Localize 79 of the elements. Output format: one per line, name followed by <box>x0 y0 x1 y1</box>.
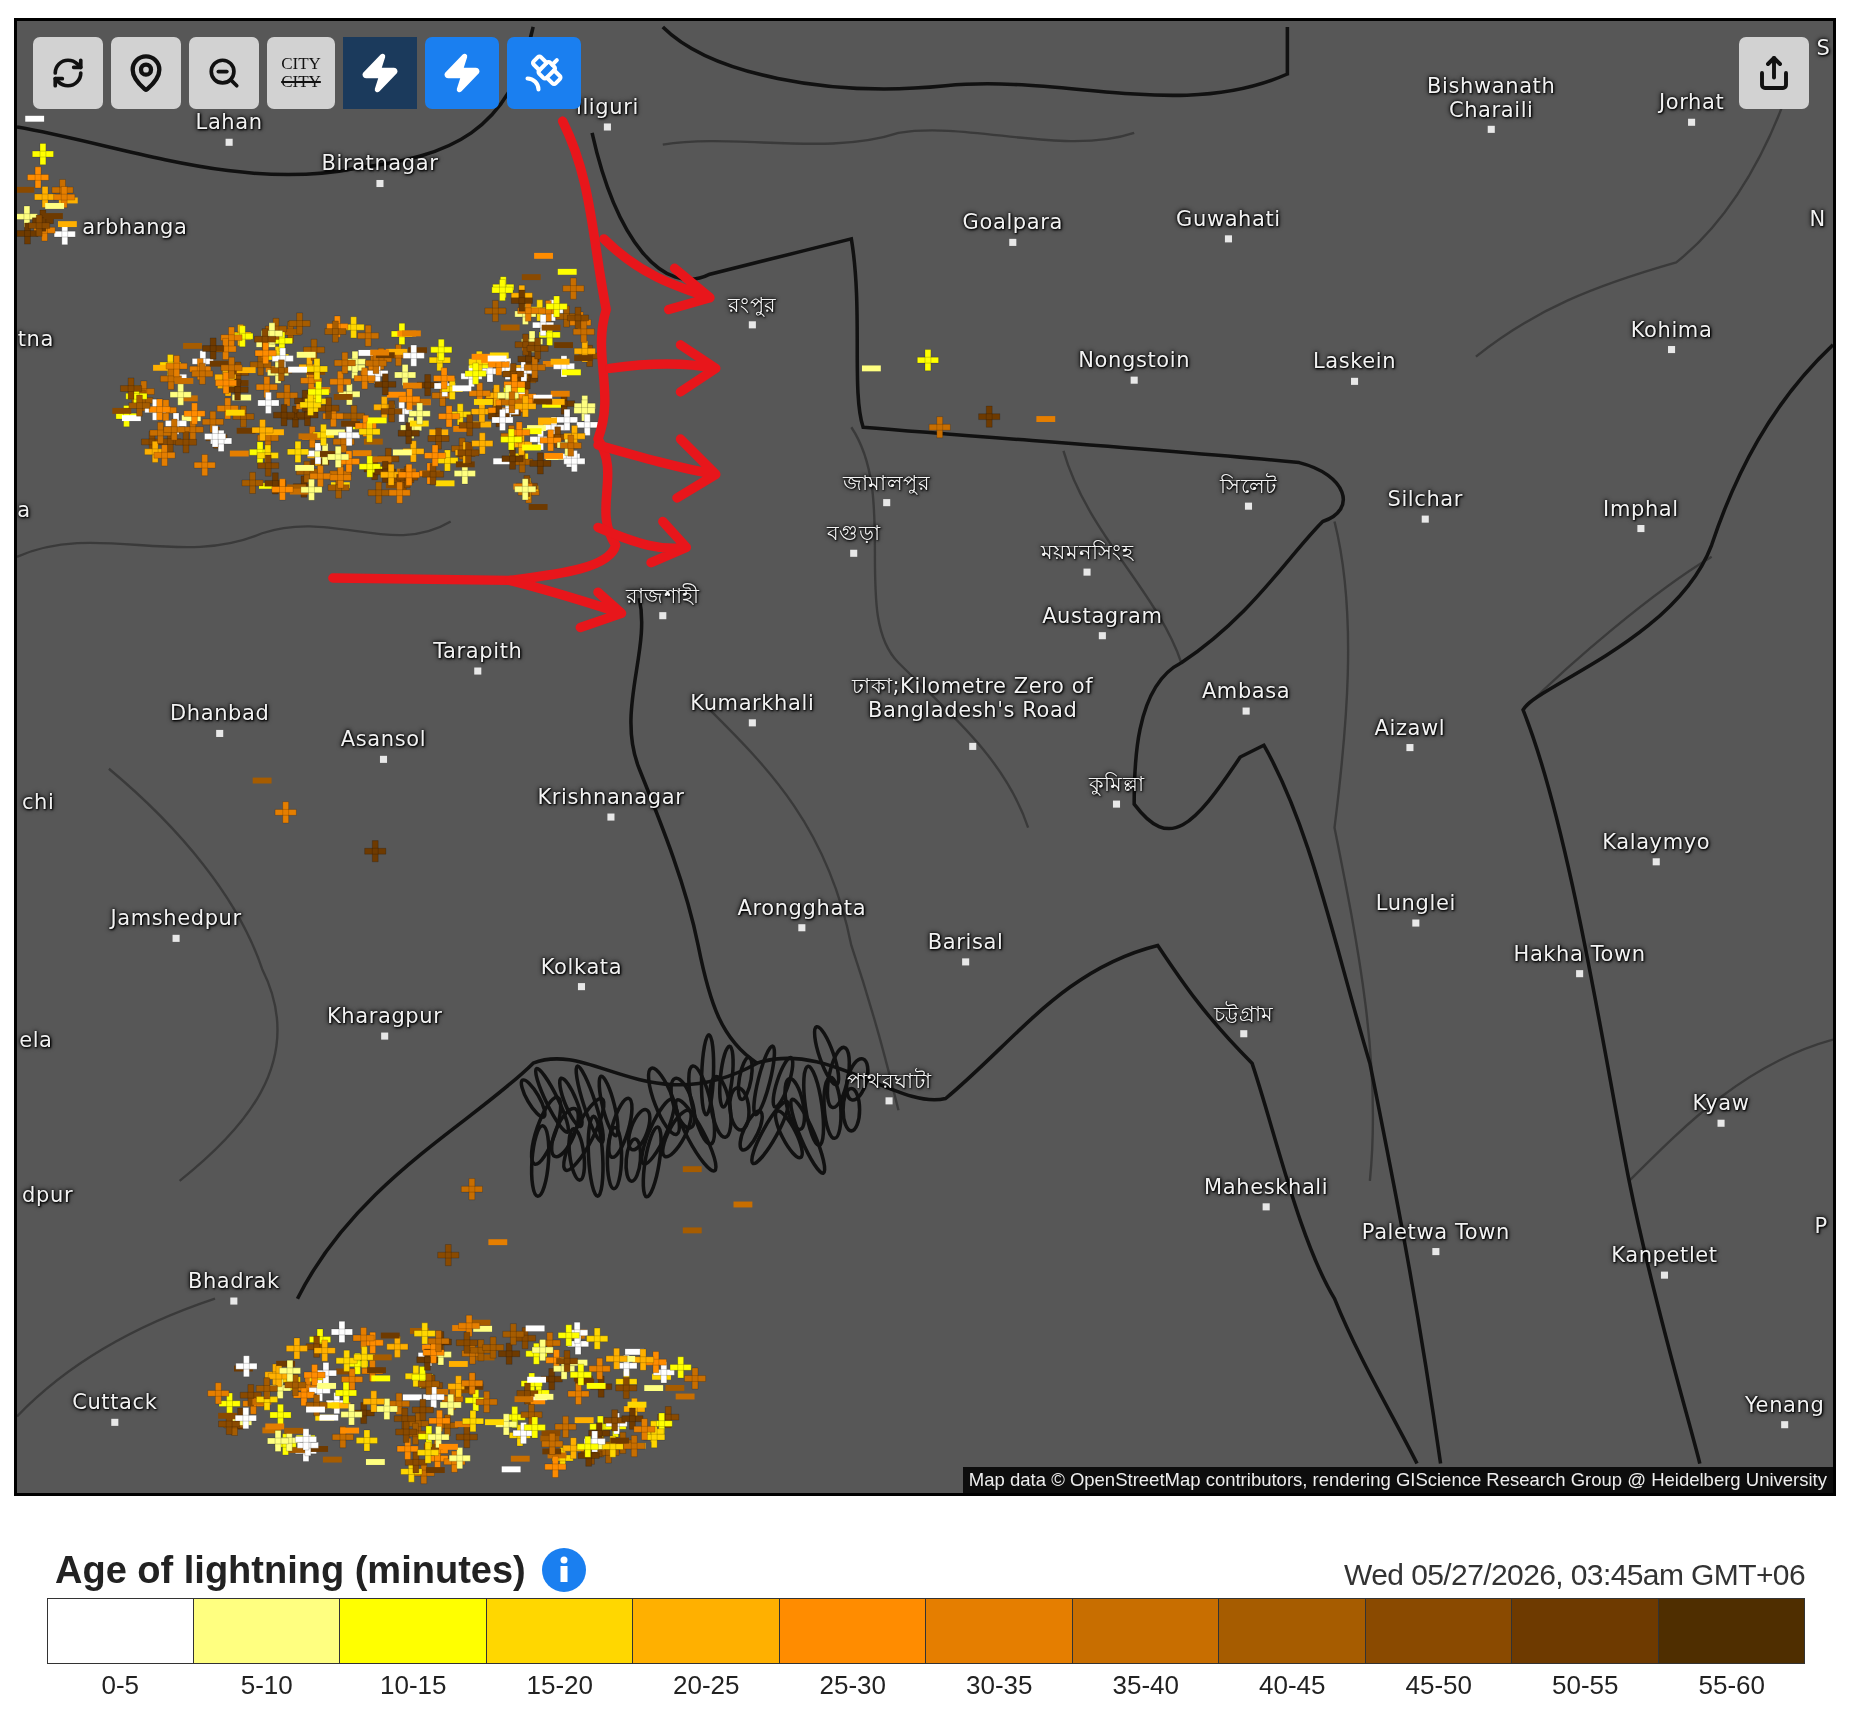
place-label: কুমিল্লা <box>1088 772 1145 797</box>
place-label: Lahan <box>195 110 263 135</box>
share-button[interactable] <box>1739 37 1809 109</box>
strikes-layer-button[interactable] <box>343 37 417 109</box>
place-label: Bhadrak <box>187 1268 280 1294</box>
place-label: P <box>1814 1213 1828 1238</box>
scale-label: 5-10 <box>239 1670 294 1701</box>
place-label: Asansol <box>340 727 427 752</box>
zoom-out-button[interactable] <box>189 37 259 109</box>
place-label: রংপুর <box>727 292 777 317</box>
place-label: Maheskhali <box>1204 1174 1329 1199</box>
place-label: সিলেট <box>1220 474 1277 499</box>
scale-label: 40-45 <box>1258 1670 1327 1701</box>
place-label: Ambasa <box>1201 679 1291 704</box>
info-icon[interactable] <box>541 1548 586 1592</box>
place-label: N <box>1809 206 1826 231</box>
place-label: রাজশাহী <box>625 583 700 608</box>
city-labels-button[interactable]: CITY CITY <box>267 37 335 109</box>
scale-label: 0-5 <box>100 1670 141 1701</box>
timestamp: Wed 05/27/2026, 03:45am GMT+06 <box>1344 1558 1805 1592</box>
place-label: Kyaw <box>1692 1091 1750 1116</box>
place-label: Yenang <box>1745 1392 1825 1417</box>
place-label: S <box>1816 36 1831 61</box>
place-label: Dhanbad <box>170 701 270 726</box>
place-label: tna <box>17 326 54 351</box>
place-label: ময়মনসিংহ <box>1040 540 1134 565</box>
place-label: chi <box>21 789 55 814</box>
zoom-out-icon <box>207 56 241 90</box>
refresh-button[interactable] <box>33 37 103 109</box>
place-label: পাথরঘাটা <box>846 1068 932 1093</box>
place-label: Kanpetlet <box>1611 1243 1718 1268</box>
place-label: Kohima <box>1630 317 1713 342</box>
place-label: Kumarkhali <box>690 690 815 715</box>
place-label: Jamshedpur <box>110 906 242 931</box>
place-label: Bishwanath Charaili <box>1426 73 1557 122</box>
place-label: Jorhat <box>1658 90 1725 115</box>
place-label: চট্টগ্রাম <box>1213 1001 1274 1026</box>
place-label: Tarapith <box>433 638 523 664</box>
locate-button[interactable] <box>111 37 181 109</box>
refresh-icon <box>51 56 85 90</box>
scale-label: 35-40 <box>1111 1670 1180 1701</box>
scale-label: 50-55 <box>1551 1670 1620 1701</box>
scale-label: 25-30 <box>818 1670 887 1701</box>
place-label: Barisal <box>927 929 1004 954</box>
place-label: Kolkata <box>540 954 623 979</box>
legend-title: Age of lightning (minutes) <box>55 1548 526 1592</box>
place-label: Hakha Town <box>1513 941 1646 966</box>
place-label: Biratnagar <box>321 151 439 176</box>
place-label: dpur <box>22 1183 74 1208</box>
place-label: Aizawl <box>1374 715 1446 740</box>
place-label: Kharagpur <box>326 1004 443 1029</box>
place-label: Cuttack <box>72 1390 158 1415</box>
place-label: ঢাকা;Kilometre Zero of Bangladesh's Road <box>850 673 1095 723</box>
scale-label: 10-15 <box>379 1670 448 1701</box>
ground-strikes-layer-button[interactable] <box>425 37 499 109</box>
place-label: Nongstoin <box>1078 348 1191 373</box>
map-attribution: Map data © OpenStreetMap contributors, rendering GIScience Research Group @ Heidelberg University <box>962 1467 1833 1493</box>
place-label: বগুড়া <box>826 521 881 546</box>
scale-label: 30-35 <box>965 1670 1034 1701</box>
place-label: Imphal <box>1603 496 1679 521</box>
place-label: iliguri <box>576 94 639 119</box>
scale-label: 45-50 <box>1404 1670 1473 1701</box>
place-label: জামালপুর <box>842 470 931 495</box>
place-label: a <box>17 497 31 522</box>
place-label: Kalaymyo <box>1602 829 1711 854</box>
scale-label: 15-20 <box>525 1670 594 1701</box>
place-label: arbhanga <box>82 215 188 240</box>
place-label: Lunglei <box>1375 890 1456 916</box>
place-label: Guwahati <box>1176 206 1281 231</box>
place-label: Krishnanagar <box>537 784 685 810</box>
place-label: Goalpara <box>962 210 1063 235</box>
place-label: ela <box>19 1027 53 1052</box>
place-label: Austagram <box>1042 603 1163 628</box>
scale-label: 55-60 <box>1697 1670 1766 1701</box>
place-label: Paletwa Town <box>1361 1219 1510 1244</box>
place-label: Arongghata <box>737 895 867 920</box>
scale-label: 20-25 <box>672 1670 741 1701</box>
place-label: Laskein <box>1312 349 1397 374</box>
place-label: Silchar <box>1387 487 1464 512</box>
